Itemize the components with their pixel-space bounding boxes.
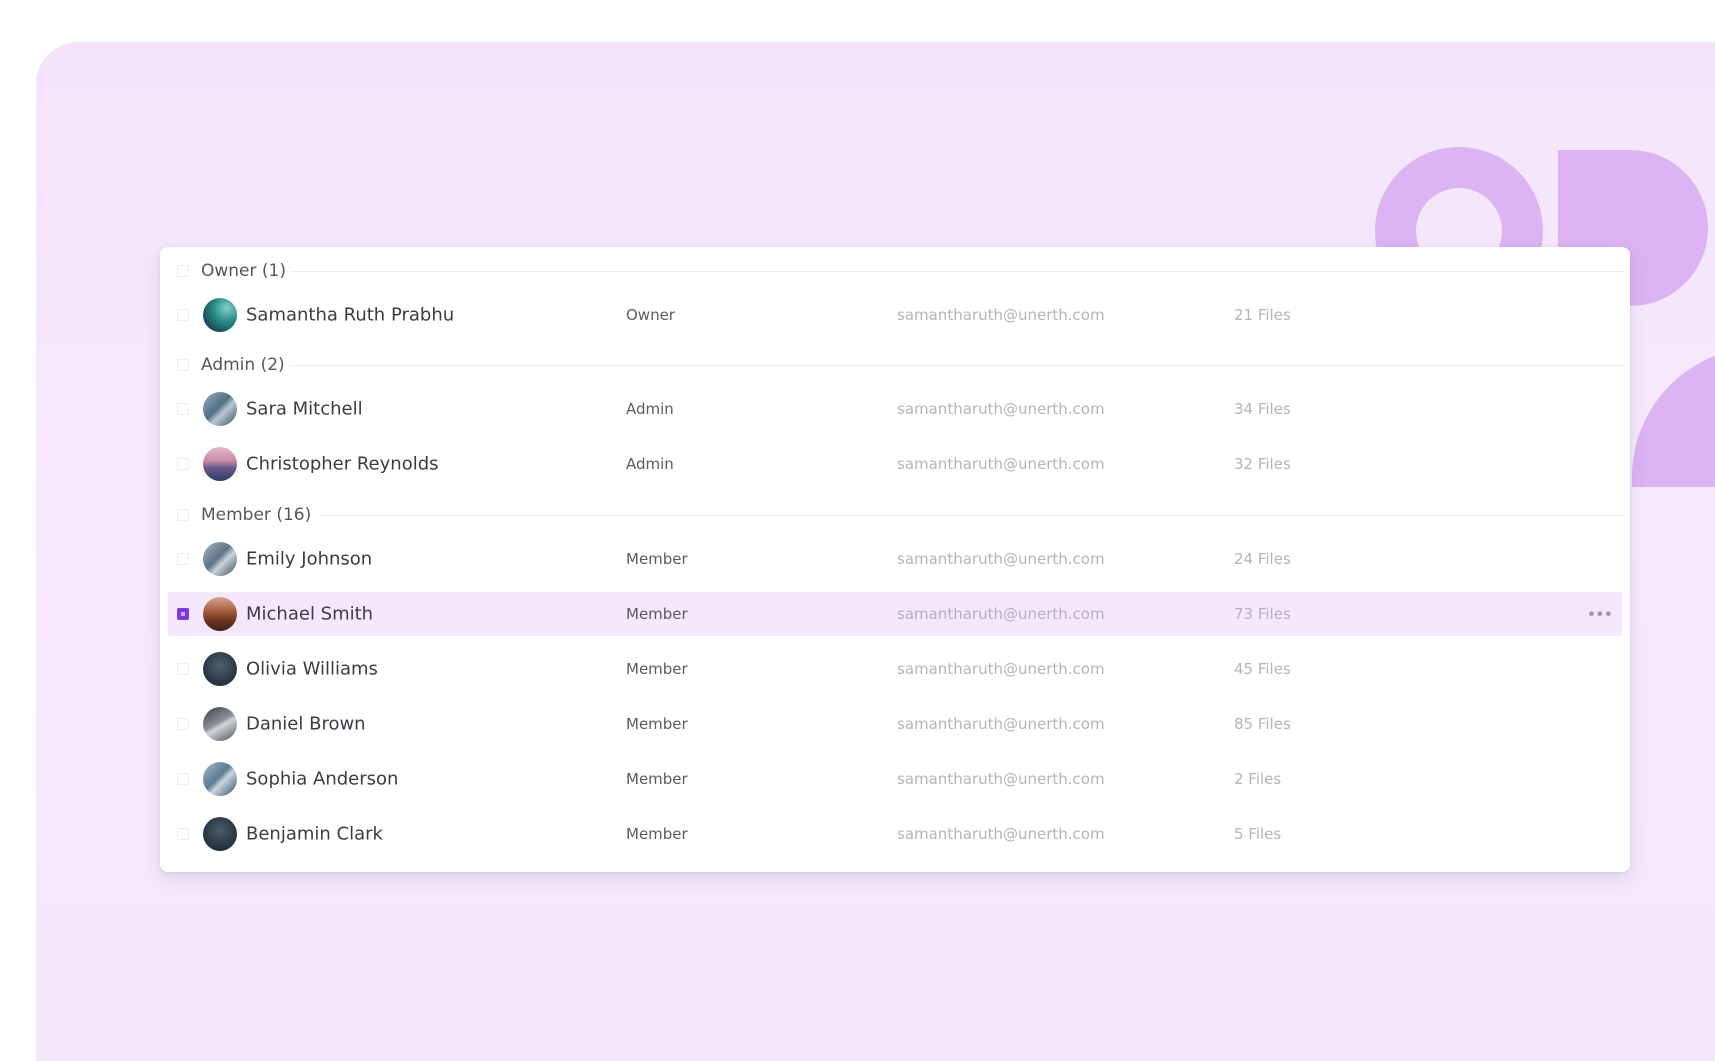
member-role: Member — [626, 550, 688, 568]
more-actions-icon[interactable]: ••• — [1587, 605, 1613, 624]
member-role: Member — [626, 715, 688, 733]
row-checkbox[interactable] — [177, 718, 189, 730]
group-divider — [290, 365, 1624, 366]
avatar — [203, 392, 237, 426]
member-name: Sophia Anderson — [246, 768, 399, 790]
member-email: samantharuth@unerth.com — [897, 455, 1105, 473]
member-email: samantharuth@unerth.com — [897, 550, 1105, 568]
member-name: Christopher Reynolds — [246, 453, 439, 475]
member-email: samantharuth@unerth.com — [897, 715, 1105, 733]
member-email: samantharuth@unerth.com — [897, 605, 1105, 623]
member-role: Member — [626, 660, 688, 678]
member-files: 32 Files — [1234, 455, 1291, 473]
group-header-admin[interactable]: Admin (2) — [160, 345, 1630, 385]
member-role: Member — [626, 825, 688, 843]
avatar — [203, 652, 237, 686]
group-checkbox[interactable] — [177, 265, 189, 277]
member-name: Benjamin Clark — [246, 823, 383, 845]
member-email: samantharuth@unerth.com — [897, 770, 1105, 788]
table-row[interactable]: Benjamin Clark Member samantharuth@unert… — [160, 812, 1630, 856]
table-row[interactable]: Emily Johnson Member samantharuth@unerth… — [160, 537, 1630, 581]
group-header-owner[interactable]: Owner (1) — [160, 251, 1630, 291]
member-role: Owner — [626, 306, 675, 324]
row-checkbox[interactable] — [177, 553, 189, 565]
table-row[interactable]: Sara Mitchell Admin samantharuth@unerth.… — [160, 387, 1630, 431]
group-label: Admin (2) — [201, 355, 285, 375]
member-role: Member — [626, 770, 688, 788]
avatar — [203, 542, 237, 576]
table-row-selected[interactable]: Michael Smith Member samantharuth@unerth… — [168, 592, 1622, 636]
members-table: Owner (1) Samantha Ruth Prabhu Owner sam… — [160, 247, 1630, 872]
member-email: samantharuth@unerth.com — [897, 660, 1105, 678]
avatar — [203, 298, 237, 332]
avatar — [203, 762, 237, 796]
member-name: Olivia Williams — [246, 658, 378, 680]
avatar — [203, 707, 237, 741]
member-role: Admin — [626, 400, 674, 418]
group-header-member[interactable]: Member (16) — [160, 495, 1630, 535]
member-name: Michael Smith — [246, 603, 374, 625]
member-files: 85 Files — [1234, 715, 1291, 733]
table-row[interactable]: Sophia Anderson Member samantharuth@uner… — [160, 757, 1630, 801]
member-files: 34 Files — [1234, 400, 1291, 418]
member-files: 73 Files — [1234, 605, 1291, 623]
member-files: 21 Files — [1234, 306, 1291, 324]
member-role: Member — [626, 605, 688, 623]
table-row[interactable]: Daniel Brown Member samantharuth@unerth.… — [160, 702, 1630, 746]
table-row[interactable]: Samantha Ruth Prabhu Owner samantharuth@… — [160, 293, 1630, 337]
group-checkbox[interactable] — [177, 509, 189, 521]
row-checkbox[interactable] — [177, 309, 189, 321]
member-files: 45 Files — [1234, 660, 1291, 678]
member-files: 5 Files — [1234, 825, 1282, 843]
row-checkbox[interactable] — [177, 458, 189, 470]
member-name: Samantha Ruth Prabhu — [246, 304, 455, 326]
avatar — [203, 447, 237, 481]
group-checkbox[interactable] — [177, 359, 189, 371]
member-files: 2 Files — [1234, 770, 1282, 788]
avatar — [203, 597, 237, 631]
member-name: Sara Mitchell — [246, 398, 363, 420]
avatar — [203, 817, 237, 851]
row-checkbox[interactable] — [177, 663, 189, 675]
member-email: samantharuth@unerth.com — [897, 825, 1105, 843]
member-email: samantharuth@unerth.com — [897, 306, 1105, 324]
group-label: Member (16) — [201, 505, 312, 525]
group-divider — [320, 515, 1624, 516]
member-role: Admin — [626, 455, 674, 473]
group-label: Owner (1) — [201, 261, 286, 281]
decorative-quarter-circle — [1632, 347, 1715, 487]
member-name: Daniel Brown — [246, 713, 366, 735]
member-name: Emily Johnson — [246, 548, 373, 570]
row-checkbox[interactable] — [177, 773, 189, 785]
row-checkbox[interactable] — [177, 828, 189, 840]
row-checkbox-checked[interactable] — [177, 608, 189, 620]
table-row[interactable]: Christopher Reynolds Admin samantharuth@… — [160, 442, 1630, 486]
member-files: 24 Files — [1234, 550, 1291, 568]
group-divider — [290, 271, 1624, 272]
row-checkbox[interactable] — [177, 403, 189, 415]
table-row[interactable]: Olivia Williams Member samantharuth@uner… — [160, 647, 1630, 691]
member-email: samantharuth@unerth.com — [897, 400, 1105, 418]
